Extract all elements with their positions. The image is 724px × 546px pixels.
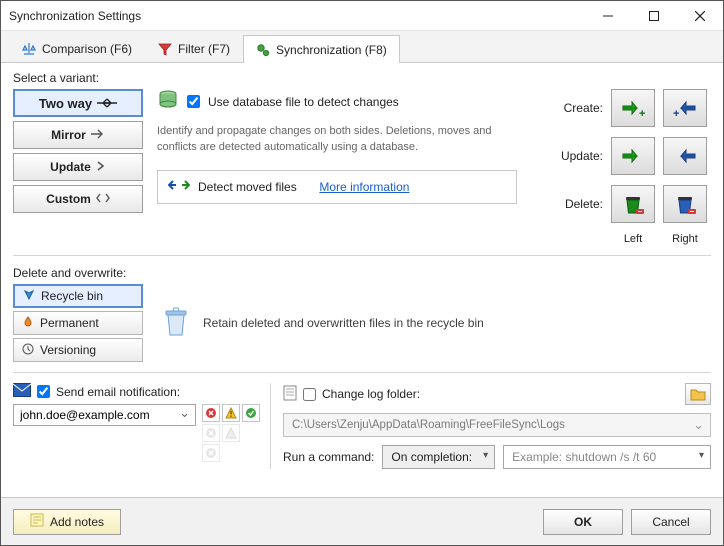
- dialog-footer: Add notes OK Cancel: [1, 497, 723, 545]
- dialog-body: Select a variant: Two way Mirror Update …: [1, 63, 723, 497]
- envelope-icon: [13, 383, 31, 400]
- log-icon: [283, 385, 297, 404]
- tab-strip: Comparison (F6) Filter (F7) Synchronizat…: [1, 31, 723, 63]
- code-icon: [96, 192, 110, 206]
- notify-error-on[interactable]: [202, 404, 220, 422]
- two-way-icon: [97, 96, 117, 111]
- actions-column: Create: + + Update:: [531, 89, 711, 245]
- email-address-input[interactable]: [13, 404, 196, 426]
- variant-update[interactable]: Update: [13, 153, 143, 181]
- delete-mode-description: Retain deleted and overwritten files in …: [203, 316, 484, 330]
- flame-icon: [22, 316, 34, 331]
- scale-icon: [22, 42, 36, 56]
- change-log-folder-label: Change log folder:: [322, 387, 420, 401]
- use-database-checkbox[interactable]: [187, 95, 200, 108]
- log-folder-path[interactable]: C:\Users\Zenju\AppData\Roaming\FreeFileS…: [283, 413, 711, 437]
- funnel-icon: [158, 42, 172, 56]
- update-label: Update:: [553, 149, 603, 163]
- more-information-link[interactable]: More information: [319, 180, 409, 194]
- database-column: Use database file to detect changes Iden…: [143, 89, 531, 245]
- tab-comparison[interactable]: Comparison (F6): [9, 34, 145, 62]
- direction-labels: Left Right: [611, 233, 707, 245]
- send-email-checkbox[interactable]: [37, 385, 50, 398]
- tab-label: Filter (F7): [178, 42, 230, 56]
- tab-label: Synchronization (F8): [276, 43, 387, 57]
- notify-warning-on[interactable]: [222, 404, 240, 422]
- delete-mode-label: Recycle bin: [41, 289, 103, 303]
- window-title: Synchronization Settings: [9, 9, 585, 23]
- delete-recycle-bin[interactable]: Recycle bin: [13, 284, 143, 308]
- left-label: Left: [611, 233, 655, 245]
- variant-label: Update: [50, 160, 91, 174]
- note-icon: [30, 513, 44, 530]
- change-log-folder-checkbox[interactable]: [303, 388, 316, 401]
- recycle-icon: [23, 289, 35, 304]
- email-column: Send email notification:: [13, 383, 258, 469]
- notify-warning-off[interactable]: [222, 424, 240, 442]
- variant-column: Two way Mirror Update Custom: [13, 89, 143, 245]
- recycle-bin-icon: [161, 305, 191, 342]
- use-database-label: Use database file to detect changes: [208, 95, 399, 109]
- cancel-button[interactable]: Cancel: [631, 509, 711, 535]
- delete-mode-description-row: Retain deleted and overwritten files in …: [143, 284, 711, 362]
- notify-error-off[interactable]: [202, 424, 220, 442]
- update-right-button[interactable]: [663, 137, 707, 175]
- notify-severity-grid: [202, 404, 260, 462]
- delete-right-button[interactable]: [663, 185, 707, 223]
- variant-two-way[interactable]: Two way: [13, 89, 143, 117]
- variant-mirror[interactable]: Mirror: [13, 121, 143, 149]
- close-button[interactable]: [677, 1, 723, 31]
- tab-synchronization[interactable]: Synchronization (F8): [243, 35, 400, 63]
- send-email-label: Send email notification:: [56, 385, 180, 399]
- delete-left-button[interactable]: [611, 185, 655, 223]
- variant-heading: Select a variant:: [13, 71, 711, 85]
- notify-error-off2[interactable]: [202, 444, 220, 462]
- right-label: Right: [663, 233, 707, 245]
- browse-log-folder-button[interactable]: [685, 383, 711, 405]
- detect-moved-label: Detect moved files: [198, 180, 297, 194]
- create-label: Create:: [553, 101, 603, 115]
- delete-mode-label: Permanent: [40, 316, 99, 330]
- svg-text:+: +: [673, 108, 679, 119]
- delete-mode-label: Versioning: [40, 343, 96, 357]
- detect-moved-box: Detect moved files More information: [157, 170, 517, 204]
- clock-icon: [22, 343, 34, 358]
- log-column: Change log folder: C:\Users\Zenju\AppDat…: [270, 383, 711, 469]
- database-icon: [157, 89, 179, 114]
- maximize-button[interactable]: [631, 1, 677, 31]
- delete-mode-column: Recycle bin Permanent Versioning: [13, 284, 143, 362]
- delete-versioning[interactable]: Versioning: [13, 338, 143, 362]
- create-left-button[interactable]: +: [611, 89, 655, 127]
- ok-button[interactable]: OK: [543, 509, 623, 535]
- delete-label: Delete:: [553, 197, 603, 211]
- notify-success-on[interactable]: [242, 404, 260, 422]
- settings-window: Synchronization Settings Comparison (F6)…: [0, 0, 724, 546]
- svg-text:+: +: [639, 108, 645, 119]
- add-notes-button[interactable]: Add notes: [13, 509, 121, 535]
- variant-label: Two way: [39, 96, 92, 111]
- run-command-label: Run a command:: [283, 450, 374, 464]
- run-command-input[interactable]: Example: shutdown /s /t 60: [503, 445, 711, 469]
- variant-label: Mirror: [51, 128, 86, 142]
- update-left-button[interactable]: [611, 137, 655, 175]
- tab-filter[interactable]: Filter (F7): [145, 34, 243, 62]
- create-right-button[interactable]: +: [663, 89, 707, 127]
- delete-permanent[interactable]: Permanent: [13, 311, 143, 335]
- variant-description: Identify and propagate changes on both s…: [157, 124, 517, 156]
- titlebar: Synchronization Settings: [1, 1, 723, 31]
- tab-label: Comparison (F6): [42, 42, 132, 56]
- minimize-button[interactable]: [585, 1, 631, 31]
- add-notes-label: Add notes: [50, 515, 104, 529]
- chevron-right-icon: [96, 160, 106, 174]
- run-command-when-combo[interactable]: On completion:: [382, 445, 495, 469]
- gears-icon: [256, 43, 270, 57]
- two-arrows-icon: [168, 178, 190, 195]
- variant-custom[interactable]: Custom: [13, 185, 143, 213]
- arrow-right-icon: [91, 128, 105, 142]
- delete-overwrite-heading: Delete and overwrite:: [13, 266, 711, 280]
- variant-label: Custom: [46, 192, 91, 206]
